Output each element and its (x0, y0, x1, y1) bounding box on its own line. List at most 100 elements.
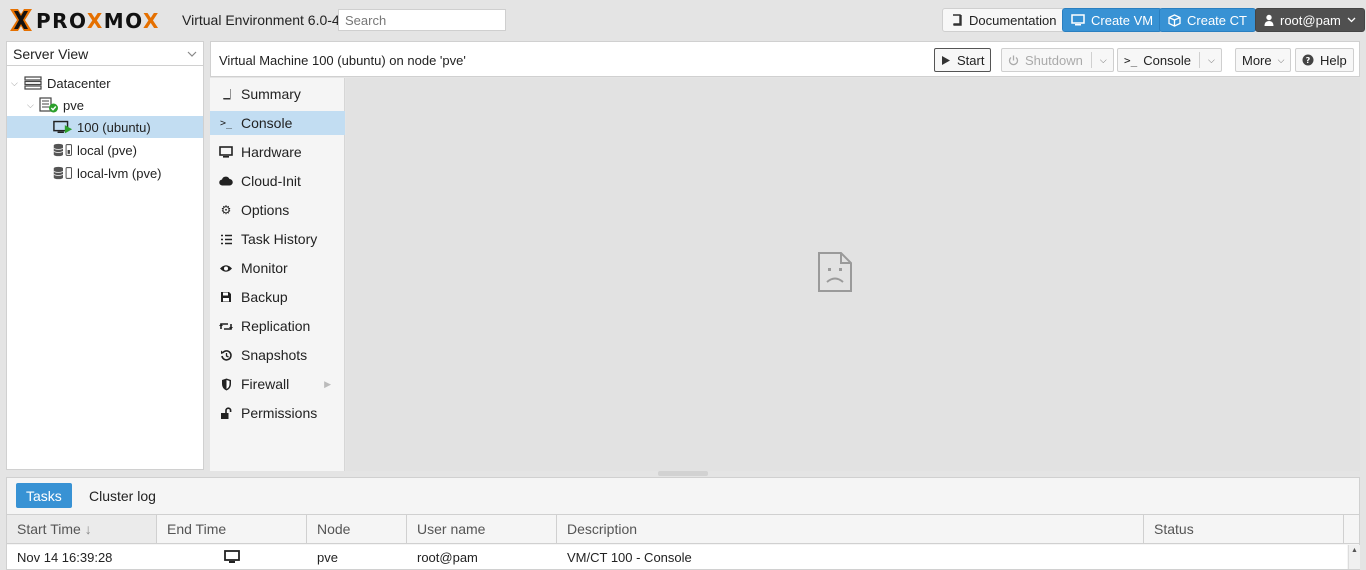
tree-item-label: 100 (ubuntu) (77, 119, 151, 135)
menu-item-summary[interactable]: Summary (210, 82, 345, 106)
vm-side-menu: Summary >_ Console Hardware Cloud-Init ⚙… (210, 78, 345, 471)
search-input[interactable] (338, 9, 506, 31)
gear-icon: ⚙ (220, 203, 232, 217)
eye-icon (218, 264, 234, 273)
terminal-icon: >_ (1124, 53, 1138, 67)
menu-item-console[interactable]: >_ Console (210, 111, 345, 135)
cloud-icon (218, 176, 234, 186)
tree-item-datacenter[interactable]: ⌵ Datacenter (7, 72, 203, 94)
cell-user: root@pam (417, 549, 478, 565)
console-button[interactable]: >_ Console ⌵ (1117, 48, 1222, 72)
menu-item-backup[interactable]: Backup (210, 285, 345, 309)
user-menu-button[interactable]: root@pam (1255, 8, 1365, 32)
cell-status (1144, 545, 1344, 569)
resource-tree-panel: Server View ⌵ Datacenter ⌵ pve 100 (ubun… (6, 41, 204, 470)
menu-item-snapshots[interactable]: Snapshots (210, 343, 345, 367)
chevron-down-icon[interactable]: ⌵ (1100, 55, 1107, 66)
chevron-down-icon[interactable]: ⌵ (1208, 55, 1215, 66)
tree-item-label: local (pve) (77, 142, 137, 158)
shutdown-label: Shutdown (1025, 52, 1083, 68)
monitor-icon (218, 146, 234, 158)
shield-icon (218, 378, 234, 391)
start-button[interactable]: Start (934, 48, 992, 72)
chevron-down-icon (1347, 17, 1356, 23)
storage-icon (53, 165, 73, 181)
menu-item-permissions[interactable]: Permissions (210, 401, 345, 425)
console-area[interactable] (346, 78, 1360, 471)
tab-cluster-log[interactable]: Cluster log (79, 483, 166, 508)
history-icon (218, 349, 234, 362)
create-vm-button[interactable]: Create VM (1062, 8, 1163, 32)
menu-item-task-history[interactable]: Task History (210, 227, 345, 251)
menu-item-cloud-init[interactable]: Cloud-Init (210, 169, 345, 193)
tree-item-label: pve (63, 97, 84, 113)
start-label: Start (957, 52, 985, 68)
top-bar: PROXMOX Virtual Environment 6.0-4 Docume… (0, 0, 1366, 40)
create-ct-button[interactable]: Create CT (1159, 8, 1256, 32)
list-icon (218, 234, 234, 245)
console-label: Console (1143, 52, 1191, 68)
power-icon (1008, 55, 1019, 65)
sad-document-icon (818, 252, 852, 292)
tree-expander-icon[interactable]: ⌵ (11, 78, 23, 89)
chevron-down-icon: ⌵ (1277, 54, 1285, 65)
split-divider (1198, 52, 1200, 68)
log-panel: Tasks Cluster log Start Time ↓ End Time … (6, 477, 1360, 570)
content-header: Virtual Machine 100 (ubuntu) on node 'pv… (210, 41, 1360, 77)
view-select-value: Server View (13, 45, 89, 62)
vertical-scrollbar[interactable]: ▲ (1348, 545, 1360, 569)
cell-description: VM/CT 100 - Console (567, 549, 692, 565)
tab-tasks[interactable]: Tasks (16, 483, 72, 508)
page-title: Virtual Machine 100 (ubuntu) on node 'pv… (219, 53, 466, 68)
proxmox-x-icon (10, 9, 32, 31)
cell-start-time: Nov 14 16:39:28 (17, 549, 113, 565)
view-select[interactable]: Server View (7, 42, 203, 66)
more-button[interactable]: More ⌵ (1235, 48, 1292, 72)
create-ct-label: Create CT (1187, 12, 1247, 28)
menu-item-label: Cloud-Init (241, 173, 301, 189)
menu-item-label: Hardware (241, 144, 302, 160)
menu-item-options[interactable]: ⚙ Options (210, 198, 345, 222)
splitter-collapse-handle[interactable] (658, 471, 708, 476)
column-status[interactable]: Status (1144, 515, 1344, 543)
scroll-up-arrow-icon[interactable]: ▲ (1351, 547, 1358, 554)
tree-item-local[interactable]: local (pve) (7, 139, 203, 161)
help-button[interactable]: ? Help (1295, 48, 1354, 72)
proxmox-logo[interactable]: PROXMOX (8, 7, 176, 33)
book-icon (218, 88, 234, 100)
column-user-name[interactable]: User name (407, 515, 557, 543)
menu-item-label: Task History (241, 231, 318, 247)
column-end-time[interactable]: End Time (157, 515, 307, 543)
question-icon: ? (1302, 54, 1314, 66)
monitor-icon (1071, 14, 1085, 26)
tree-item-local-lvm[interactable]: local-lvm (pve) (7, 162, 203, 184)
table-row[interactable]: Nov 14 16:39:28 pve root@pam VM/CT 100 -… (7, 545, 1347, 569)
column-start-time[interactable]: Start Time ↓ (7, 515, 157, 543)
menu-item-firewall[interactable]: Firewall ▶ (210, 372, 345, 396)
menu-item-label: Monitor (241, 260, 288, 276)
menu-item-label: Firewall (241, 376, 290, 392)
user-label: root@pam (1280, 12, 1341, 28)
menu-item-monitor[interactable]: Monitor (210, 256, 345, 280)
sort-arrow-icon: ↓ (84, 521, 92, 537)
user-icon (1264, 14, 1274, 26)
documentation-button[interactable]: Documentation (942, 8, 1066, 32)
column-label: Start Time (17, 521, 81, 537)
column-description[interactable]: Description (557, 515, 1144, 543)
datacenter-icon (23, 75, 43, 91)
tree-item-pve[interactable]: ⌵ pve (7, 94, 203, 116)
documentation-label: Documentation (969, 12, 1057, 28)
storage-icon (53, 142, 73, 158)
cell-node: pve (317, 549, 338, 565)
book-icon (953, 14, 962, 26)
menu-item-label: Snapshots (241, 347, 308, 363)
column-node[interactable]: Node (307, 515, 407, 543)
tree-expander-icon[interactable]: ⌵ (27, 100, 39, 111)
menu-item-hardware[interactable]: Hardware (210, 140, 345, 164)
menu-item-replication[interactable]: Replication (210, 314, 345, 338)
tree-item-vm-100[interactable]: 100 (ubuntu) (7, 116, 203, 138)
menu-item-label: Permissions (241, 405, 318, 421)
shutdown-button[interactable]: Shutdown ⌵ (1001, 48, 1114, 72)
retweet-icon (218, 321, 234, 332)
menu-item-label: Backup (241, 289, 288, 305)
